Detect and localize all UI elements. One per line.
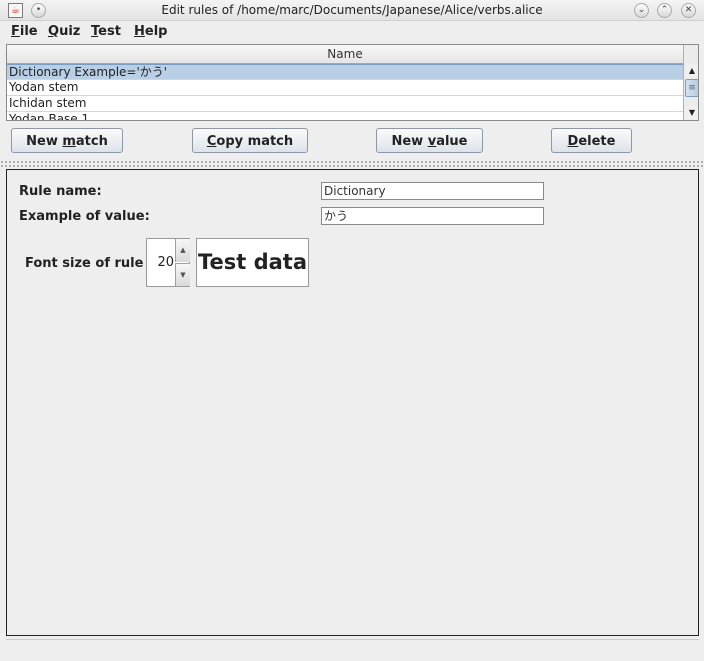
window-title: Edit rules of /home/marc/Documents/Japan… [161,3,543,17]
new-match-button[interactable]: New match [11,128,123,153]
rule-name-field[interactable]: Dictionary [321,182,544,200]
new-value-button[interactable]: New value [376,128,483,153]
delete-button[interactable]: Delete [551,128,632,153]
column-header-name[interactable]: Name [7,45,683,64]
scroll-up-arrow-icon[interactable]: ▲ [685,64,698,78]
example-value-field[interactable]: かう [321,207,544,225]
minimize-button[interactable]: ⌄ [634,3,649,18]
example-value-label: Example of value: [19,209,150,224]
test-data-preview: Test data [196,238,309,287]
table-row[interactable]: Ichidan stem [7,96,683,112]
close-button[interactable]: ✕ [681,3,696,18]
spin-up-arrow-icon[interactable]: ▲ [175,239,190,262]
menu-bar: File Quiz Test Help [0,21,704,42]
split-pane-divider[interactable] [0,159,704,167]
rules-table[interactable]: Name Dictionary Example='かう' Yodan stem … [6,44,699,121]
title-bar[interactable]: ☕ • Edit rules of /home/marc/Documents/J… [0,0,704,21]
rule-detail-panel: Rule name: Dictionary Example of value: … [6,169,699,636]
menu-test[interactable]: Test [91,24,121,39]
table-row[interactable]: Yodan Base 1 [7,112,683,120]
font-size-spinner[interactable]: 20 ▲ ▼ [146,238,190,287]
status-bar [6,639,699,657]
menu-help[interactable]: Help [134,24,167,39]
table-scrollbar[interactable]: ▲ ≡ ▼ [683,45,698,120]
font-size-value[interactable]: 20 [147,239,175,286]
table-row[interactable]: Yodan stem [7,80,683,96]
scrollbar-thumb[interactable]: ≡ [685,79,698,97]
menu-quiz[interactable]: Quiz [48,24,80,39]
spin-down-arrow-icon[interactable]: ▼ [175,263,190,286]
menu-file[interactable]: File [11,24,38,39]
font-size-label: Font size of rule [25,256,144,271]
copy-match-button[interactable]: Copy match [192,128,308,153]
scroll-down-arrow-icon[interactable]: ▼ [685,106,698,120]
table-row[interactable]: Dictionary Example='かう' [7,64,683,80]
rule-name-label: Rule name: [19,184,102,199]
maximize-button[interactable]: ⌃ [657,3,672,18]
